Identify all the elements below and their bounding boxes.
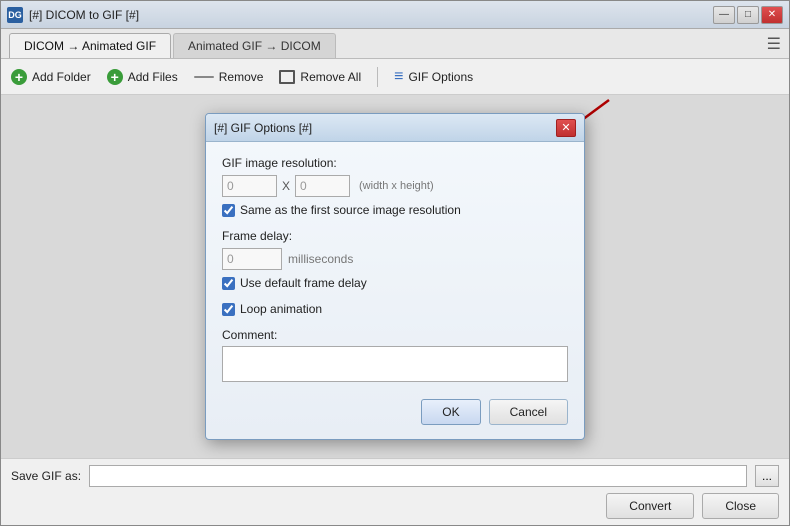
modal-overlay: [#] GIF Options [#] ✕ GIF image resoluti… xyxy=(1,95,789,458)
add-folder-icon: + xyxy=(11,69,27,85)
main-window: DG [#] DICOM to GIF [#] — □ ✕ DICOM → An… xyxy=(0,0,790,526)
title-bar: DG [#] DICOM to GIF [#] — □ ✕ xyxy=(1,1,789,29)
content-area: [#] GIF Options [#] ✕ GIF image resoluti… xyxy=(1,95,789,458)
window-title: [#] DICOM to GIF [#] xyxy=(29,8,139,22)
frame-delay-input[interactable] xyxy=(222,248,282,270)
width-input[interactable] xyxy=(222,175,277,197)
dialog-title: [#] GIF Options [#] xyxy=(214,121,312,135)
window-close-button[interactable]: ✕ xyxy=(761,6,783,24)
maximize-button[interactable]: □ xyxy=(737,6,759,24)
comment-input[interactable] xyxy=(222,346,568,382)
tab-gif-to-dicom[interactable]: Animated GIF → DICOM xyxy=(173,33,336,58)
height-input[interactable] xyxy=(295,175,350,197)
same-as-first-row: Same as the first source image resolutio… xyxy=(222,203,568,217)
toolbar: + Add Folder + Add Files Remove Remove A… xyxy=(1,59,789,95)
remove-icon xyxy=(194,76,214,78)
remove-all-icon xyxy=(279,70,295,84)
dialog-title-bar: [#] GIF Options [#] ✕ xyxy=(206,114,584,142)
same-as-first-label: Same as the first source image resolutio… xyxy=(240,203,461,217)
dialog-cancel-button[interactable]: Cancel xyxy=(489,399,568,425)
gif-options-icon: ≡ xyxy=(394,68,403,86)
menu-icon[interactable]: ☰ xyxy=(767,34,781,54)
toolbar-divider xyxy=(377,67,378,87)
add-files-label: Add Files xyxy=(128,70,178,84)
add-files-icon: + xyxy=(107,69,123,85)
dialog-close-button[interactable]: ✕ xyxy=(556,119,576,137)
dialog-body: GIF image resolution: X (width x height)… xyxy=(206,142,584,439)
frame-delay-row: milliseconds xyxy=(222,248,568,270)
tab-dicom-to-gif[interactable]: DICOM → Animated GIF xyxy=(9,33,171,58)
gif-options-button[interactable]: ≡ GIF Options xyxy=(394,68,473,86)
bottom-bar: Save GIF as: ... Convert Close xyxy=(1,458,789,525)
remove-button[interactable]: Remove xyxy=(194,70,264,84)
frame-delay-label: Frame delay: xyxy=(222,229,568,243)
add-files-button[interactable]: + Add Files xyxy=(107,69,178,85)
delay-unit-label: milliseconds xyxy=(288,252,353,266)
comment-label: Comment: xyxy=(222,328,568,342)
resolution-label: GIF image resolution: xyxy=(222,156,568,170)
save-path-input[interactable] xyxy=(89,465,747,487)
remove-all-label: Remove All xyxy=(300,70,361,84)
loop-animation-checkbox[interactable] xyxy=(222,303,235,316)
resolution-hint: (width x height) xyxy=(359,180,434,192)
convert-button[interactable]: Convert xyxy=(606,493,694,519)
action-row: Convert Close xyxy=(11,493,779,519)
remove-label: Remove xyxy=(219,70,264,84)
use-default-delay-row: Use default frame delay xyxy=(222,276,568,290)
dialog-ok-button[interactable]: OK xyxy=(421,399,480,425)
app-icon: DG xyxy=(7,7,23,23)
browse-button[interactable]: ... xyxy=(755,465,779,487)
minimize-button[interactable]: — xyxy=(713,6,735,24)
resolution-row: X (width x height) xyxy=(222,175,568,197)
add-folder-button[interactable]: + Add Folder xyxy=(11,69,91,85)
tab-bar: DICOM → Animated GIF Animated GIF → DICO… xyxy=(1,29,789,59)
resolution-x-separator: X xyxy=(282,179,290,193)
gif-options-label: GIF Options xyxy=(408,70,473,84)
close-button[interactable]: Close xyxy=(702,493,779,519)
title-controls: — □ ✕ xyxy=(713,6,783,24)
loop-animation-row: Loop animation xyxy=(222,302,568,316)
save-as-label: Save GIF as: xyxy=(11,469,81,483)
loop-animation-label: Loop animation xyxy=(240,302,322,316)
gif-options-dialog: [#] GIF Options [#] ✕ GIF image resoluti… xyxy=(205,113,585,440)
use-default-delay-checkbox[interactable] xyxy=(222,277,235,290)
title-bar-left: DG [#] DICOM to GIF [#] xyxy=(7,7,139,23)
dialog-buttons: OK Cancel xyxy=(222,399,568,425)
use-default-delay-label: Use default frame delay xyxy=(240,276,367,290)
remove-all-button[interactable]: Remove All xyxy=(279,70,361,84)
save-as-row: Save GIF as: ... xyxy=(11,465,779,487)
same-as-first-checkbox[interactable] xyxy=(222,204,235,217)
add-folder-label: Add Folder xyxy=(32,70,91,84)
